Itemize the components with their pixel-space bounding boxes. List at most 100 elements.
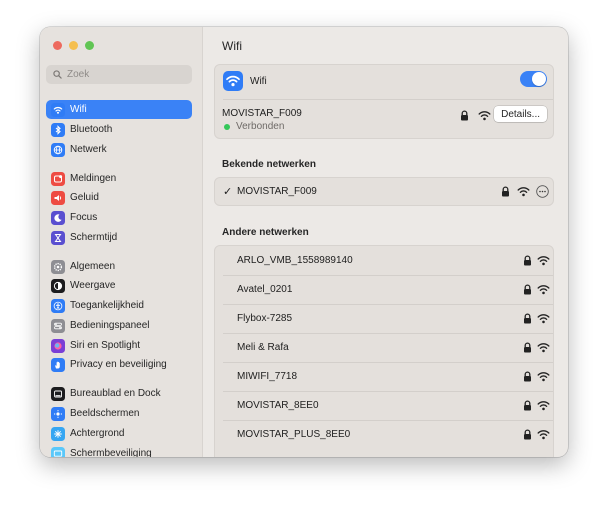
network-row[interactable]: Meli & Rafa (215, 333, 553, 361)
network-name: ARLO_VMB_1558989140 (237, 255, 353, 266)
known-network-row[interactable]: ✓ MOVISTAR_F009 (215, 178, 553, 205)
connected-status-dot (224, 124, 230, 130)
wifi-signal-icon (537, 284, 550, 298)
network-name: Flybox-7285 (237, 313, 293, 324)
screensaver-icon (51, 446, 65, 457)
wifi-toggle-row: Wifi (215, 65, 553, 99)
divider (223, 275, 553, 276)
network-row[interactable]: ARLO_VMB_1558989140 (215, 246, 553, 274)
appearance-icon (51, 278, 65, 293)
network-name: Avatel_0201 (237, 284, 293, 295)
known-networks-card: ✓ MOVISTAR_F009 (214, 177, 554, 206)
siri-icon (51, 338, 65, 353)
wifi-signal-icon (537, 400, 550, 414)
wifi-signal-icon (517, 187, 530, 197)
sidebar-item-label: Geluid (70, 192, 99, 203)
wallpaper-icon (51, 426, 65, 441)
network-name: MIWIFI_7718 (237, 371, 298, 382)
known-networks-header: Bekende netwerken (222, 159, 316, 170)
wifi-signal-icon (478, 111, 491, 121)
sidebar-item-focus[interactable]: Focus (46, 208, 192, 227)
divider (223, 304, 553, 305)
details-button[interactable]: Details... (494, 106, 547, 122)
sidebar-item-geluid[interactable]: Geluid (46, 188, 192, 207)
other-networks-header: Andere netwerken (222, 227, 309, 238)
lock-icon (523, 313, 532, 327)
gear-icon (51, 259, 65, 274)
control-center-icon (51, 318, 65, 333)
settings-window: Wifi Bluetooth Netwerk Meldingen Geluid Focus… (40, 27, 568, 457)
sidebar-item-bureaublad-en-dock[interactable]: Bureaublad en Dock (46, 384, 192, 403)
lock-icon (523, 255, 532, 269)
current-network-name: MOVISTAR_F009 (222, 108, 302, 119)
known-network-name: MOVISTAR_F009 (237, 186, 317, 197)
divider (223, 333, 553, 334)
search-icon (53, 70, 62, 79)
moon-icon (51, 210, 65, 225)
sidebar-item-label: Algemeen (70, 261, 116, 272)
network-name: MOVISTAR_PLUS_8EE0 (237, 429, 351, 440)
network-row[interactable]: MOVISTAR_PLUS_8EE0 (215, 420, 553, 448)
sidebar-item-toegankelijkheid[interactable]: Toegankelijkheid (46, 296, 192, 315)
current-network-row: MOVISTAR_F009 Verbonden Details... (215, 100, 553, 140)
sidebar-item-wifi[interactable]: Wifi (46, 100, 192, 119)
network-name: Meli & Rafa (237, 342, 289, 353)
sidebar-item-label: Achtergrond (70, 428, 125, 439)
wifi-signal-icon (537, 313, 550, 327)
sidebar-item-siri-en-spotlight[interactable]: Siri en Spotlight (46, 336, 192, 355)
sidebar-item-schermbeveiliging[interactable]: Schermbeveiliging (46, 444, 192, 457)
lock-icon (502, 186, 509, 197)
bluetooth-icon (51, 122, 65, 137)
traffic-lights (53, 41, 94, 50)
wifi-signal-icon (537, 255, 550, 269)
divider (223, 362, 553, 363)
sidebar-item-label: Bluetooth (70, 124, 113, 135)
dock-icon (51, 386, 65, 401)
globe-icon (51, 142, 65, 157)
lock-icon (523, 371, 532, 385)
lock-icon (523, 429, 532, 443)
sidebar-item-label: Schermtijd (70, 232, 118, 243)
sidebar-item-label: Wifi (70, 104, 87, 115)
search-field[interactable] (46, 65, 192, 84)
wifi-app-icon (223, 71, 243, 91)
sidebar-item-meldingen[interactable]: Meldingen (46, 169, 192, 188)
search-input[interactable] (67, 69, 177, 80)
hourglass-icon (51, 230, 65, 245)
divider (223, 391, 553, 392)
sidebar: Wifi Bluetooth Netwerk Meldingen Geluid Focus… (40, 27, 203, 457)
display-icon (51, 406, 65, 421)
network-row[interactable]: Flybox-7285 (215, 304, 553, 332)
sidebar-item-achtergrond[interactable]: Achtergrond (46, 424, 192, 443)
sidebar-item-weergave[interactable]: Weergave (46, 276, 192, 295)
wifi-toggle[interactable] (520, 71, 547, 87)
maximize-button[interactable] (85, 41, 94, 50)
network-row[interactable]: MIWIFI_7718 (215, 362, 553, 390)
network-row[interactable]: Avatel_0201 (215, 275, 553, 303)
wifi-signal-icon (537, 371, 550, 385)
sidebar-item-algemeen[interactable]: Algemeen (46, 257, 192, 276)
sidebar-item-bluetooth[interactable]: Bluetooth (46, 120, 192, 139)
wifi-pane: Wifi Wifi MOVISTAR_F009 Verbonden Detail… (203, 27, 568, 457)
sidebar-item-label: Bedieningspaneel (70, 320, 150, 331)
divider (223, 420, 553, 421)
wifi-signal-icon (537, 429, 550, 443)
sidebar-item-label: Focus (70, 212, 98, 223)
connection-status: Verbonden (236, 121, 285, 132)
sidebar-item-beeldschermen[interactable]: Beeldschermen (46, 404, 192, 423)
close-button[interactable] (53, 41, 62, 50)
minimize-button[interactable] (69, 41, 78, 50)
sidebar-item-schermtijd[interactable]: Schermtijd (46, 228, 192, 247)
wifi-card: Wifi MOVISTAR_F009 Verbonden Details... (214, 64, 554, 139)
sidebar-item-label: Meldingen (70, 173, 117, 184)
sidebar-item-bedieningspaneel[interactable]: Bedieningspaneel (46, 316, 192, 335)
accessibility-icon (51, 298, 65, 313)
more-options-icon[interactable] (536, 185, 549, 198)
sidebar-item-label: Weergave (70, 280, 116, 291)
network-row[interactable]: MOVISTAR_8EE0 (215, 391, 553, 419)
sidebar-item-label: Siri en Spotlight (70, 340, 141, 351)
hand-icon (51, 357, 65, 372)
sidebar-item-privacy-en-beveiliging[interactable]: Privacy en beveiliging (46, 355, 192, 374)
checkmark-icon: ✓ (223, 186, 233, 198)
sidebar-item-netwerk[interactable]: Netwerk (46, 140, 192, 159)
